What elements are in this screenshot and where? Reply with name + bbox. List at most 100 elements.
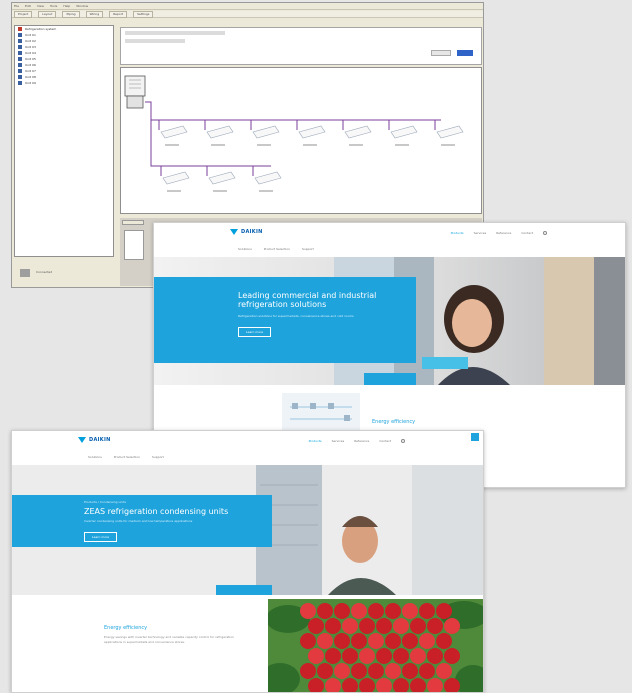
- radish-photo: [268, 599, 483, 692]
- toolbar-project-button[interactable]: Project: [14, 10, 33, 18]
- radish: [436, 603, 452, 619]
- system-tree[interactable]: Refrigeration system Unit 01 Unit 02 Uni…: [14, 25, 114, 257]
- energy-text: Energy savings with inverter technology …: [104, 635, 234, 644]
- nav-products[interactable]: Products: [451, 231, 464, 235]
- unit-icon: [18, 51, 22, 55]
- radish: [342, 618, 358, 634]
- piping-diagram-canvas[interactable]: [120, 67, 482, 214]
- toolbar-layout-button[interactable]: Layout: [38, 10, 57, 18]
- subnav-solutions[interactable]: Solutions: [88, 455, 102, 459]
- radish: [351, 663, 367, 679]
- learn-more-button[interactable]: Learn more: [238, 327, 272, 338]
- radish: [334, 663, 350, 679]
- radish: [300, 603, 316, 619]
- subnav-support[interactable]: Support: [152, 455, 164, 459]
- tree-item-label: Unit 01: [25, 33, 36, 37]
- menu-edit[interactable]: Edit: [25, 4, 31, 8]
- hero-text: Inverter condensing units for medium and…: [84, 519, 193, 524]
- daikin-logo[interactable]: DAIKIN: [78, 437, 111, 443]
- apply-button[interactable]: [457, 50, 473, 56]
- radish: [317, 633, 333, 649]
- nav-reference[interactable]: Reference: [496, 231, 511, 235]
- radish: [427, 618, 443, 634]
- logo-text: DAIKIN: [241, 229, 263, 235]
- output-list[interactable]: [124, 230, 144, 260]
- properties-field[interactable]: [125, 31, 225, 35]
- evaporator-units[interactable]: [160, 125, 464, 185]
- energy-heading: Energy efficiency: [104, 625, 148, 631]
- daikin-logo-icon: [230, 229, 238, 235]
- radish: [376, 648, 392, 664]
- radish: [368, 603, 384, 619]
- subnav-support[interactable]: Support: [302, 247, 314, 251]
- search-icon[interactable]: [543, 231, 547, 235]
- radish: [419, 633, 435, 649]
- radish: [436, 663, 452, 679]
- radish: [419, 603, 435, 619]
- unit-icon: [18, 45, 22, 49]
- search-icon[interactable]: [401, 439, 405, 443]
- nav-contact[interactable]: Contact: [379, 439, 391, 443]
- radish: [410, 648, 426, 664]
- subnav-product-selection[interactable]: Product Selection: [114, 455, 140, 459]
- nav-contact[interactable]: Contact: [521, 231, 533, 235]
- learn-more-button[interactable]: Learn more: [84, 532, 118, 543]
- properties-field[interactable]: [125, 39, 185, 43]
- tree-item-label: Unit 07: [25, 69, 36, 73]
- nav-services[interactable]: Services: [474, 231, 487, 235]
- radish: [410, 618, 426, 634]
- menu-help[interactable]: Help: [63, 4, 70, 8]
- tree-item-label: Unit 08: [25, 75, 36, 79]
- radish: [317, 603, 333, 619]
- subnav-product-selection[interactable]: Product Selection: [264, 247, 290, 251]
- radish: [402, 633, 418, 649]
- daikin-logo[interactable]: DAIKIN: [230, 229, 263, 235]
- hero-slider-tab[interactable]: [216, 585, 272, 595]
- option-field[interactable]: [431, 50, 451, 56]
- condensing-unit[interactable]: [124, 75, 146, 109]
- diagram-thumbnail-graphic: [290, 403, 352, 421]
- radish: [308, 648, 324, 664]
- nav-services[interactable]: Services: [332, 439, 345, 443]
- hero-slider-tab[interactable]: [364, 373, 416, 385]
- tree-item[interactable]: Unit 09: [15, 80, 113, 86]
- radish: [376, 618, 392, 634]
- radish: [325, 648, 341, 664]
- piping-diagram: [124, 75, 464, 192]
- radish: [359, 648, 375, 664]
- hero-title: ZEAS refrigeration condensing units: [84, 507, 229, 516]
- radish: [342, 648, 358, 664]
- tree-item-label: Unit 02: [25, 39, 36, 43]
- refrigerant-pipes: [145, 101, 441, 176]
- toolbar-piping-button[interactable]: Piping: [62, 10, 80, 18]
- status-icon: [20, 268, 30, 277]
- status-area: Connected: [14, 259, 114, 286]
- radish: [308, 618, 324, 634]
- tree-item-label: Unit 09: [25, 81, 36, 85]
- menu-window[interactable]: Window: [76, 4, 88, 8]
- radish: [393, 618, 409, 634]
- unit-icon: [18, 69, 22, 73]
- radish: [402, 663, 418, 679]
- radish: [444, 648, 460, 664]
- energy-section: Energy efficiency Energy savings with in…: [12, 599, 268, 692]
- toolbar-settings-button[interactable]: Settings: [133, 10, 154, 18]
- subnav-solutions[interactable]: Solutions: [238, 247, 252, 251]
- nav-products[interactable]: Products: [309, 439, 322, 443]
- radish: [436, 633, 452, 649]
- toolbar-report-button[interactable]: Report: [109, 10, 128, 18]
- menu-view[interactable]: View: [37, 4, 44, 8]
- properties-panel[interactable]: [120, 27, 482, 65]
- toolbar-wiring-button[interactable]: Wiring: [85, 10, 104, 18]
- hero-text: Refrigeration solutions for supermarkets…: [238, 314, 354, 319]
- menu-file[interactable]: File: [14, 4, 19, 8]
- nav-reference[interactable]: Reference: [354, 439, 369, 443]
- radish-image: [268, 599, 483, 692]
- unit-icon: [18, 57, 22, 61]
- unit-icon: [18, 33, 22, 37]
- menu-tools[interactable]: Tools: [50, 4, 57, 8]
- tree-item-label: Unit 03: [25, 45, 36, 49]
- output-tab[interactable]: [122, 220, 144, 225]
- radish: [393, 648, 409, 664]
- menu-toggle-icon[interactable]: [471, 433, 479, 441]
